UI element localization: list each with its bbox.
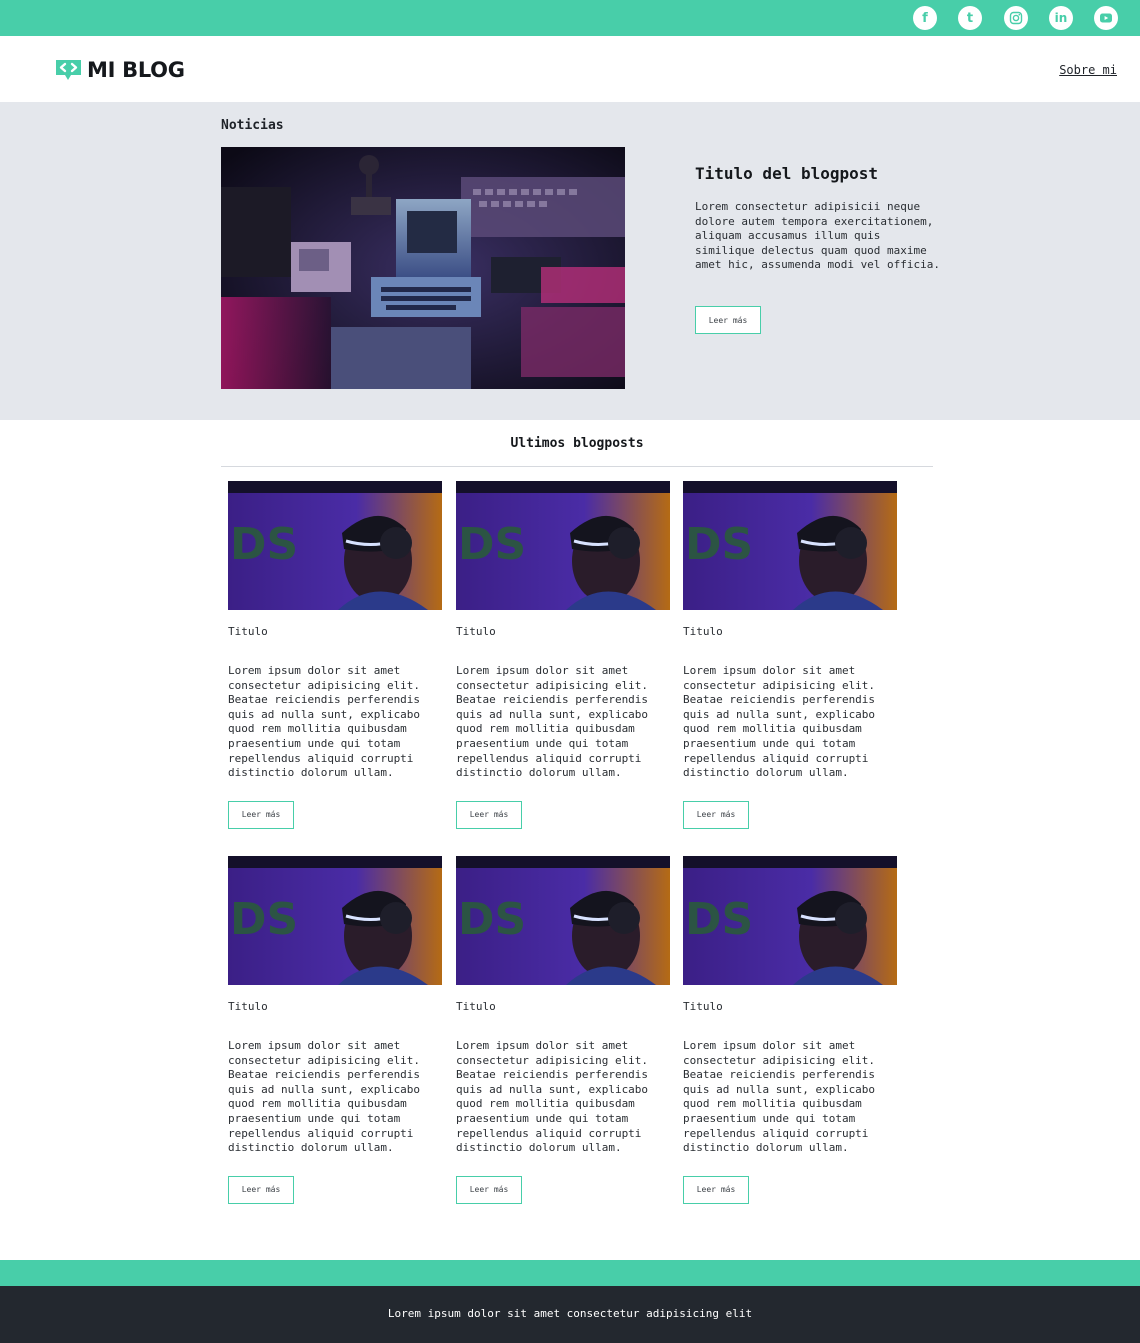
tumblr-glyph: t [966, 10, 974, 26]
blog-card: DS Titulo Lorem ipsum dolor sit amet con… [228, 856, 442, 1204]
footer-text: Lorem ipsum dolor sit amet consectetur a… [387, 1307, 753, 1320]
blog-card: DS Titulo Lorem ipsum dolor sit amet con… [456, 856, 670, 1204]
svg-text:DS: DS [230, 519, 298, 570]
card-title: Titulo [228, 1000, 268, 1013]
card-title: Titulo [456, 1000, 496, 1013]
card-title: Titulo [683, 625, 723, 638]
nav-link-about[interactable]: Sobre mi [1059, 63, 1117, 77]
section-divider [221, 466, 933, 467]
featured-read-more-button[interactable]: Leer más [695, 306, 761, 334]
featured-news-section: Noticias Titulo del blogpost Lorem conse… [0, 102, 1140, 420]
youtube-glyph [1100, 13, 1112, 23]
card-excerpt: Lorem ipsum dolor sit amet consectetur a… [456, 1039, 649, 1155]
svg-text:DS: DS [230, 894, 298, 945]
svg-text:DS: DS [685, 519, 753, 570]
site-header: MI BLOG Sobre mi [0, 36, 1140, 102]
blog-card: DS Titulo Lorem ipsum dolor sit amet con… [456, 481, 670, 829]
card-read-more-button[interactable]: Leer más [683, 1175, 749, 1204]
featured-post-excerpt: Lorem consectetur adipisicii neque dolor… [695, 200, 941, 271]
card-read-more-button[interactable]: Leer más [456, 1175, 522, 1204]
latest-posts-heading: Ultimos blogposts [510, 436, 644, 451]
featured-post-title: Titulo del blogpost [695, 164, 879, 183]
card-excerpt: Lorem ipsum dolor sit amet consectetur a… [228, 1039, 421, 1155]
card-title: Titulo [228, 625, 268, 638]
svg-text:DS: DS [458, 894, 526, 945]
blog-card: DS Titulo Lorem ipsum dolor sit amet con… [683, 481, 897, 829]
site-logo[interactable]: MI BLOG [54, 57, 185, 83]
svg-text:DS: DS [685, 894, 753, 945]
linkedin-glyph: in [1054, 11, 1068, 25]
vr-headset-photo: DS [228, 856, 442, 985]
card-excerpt: Lorem ipsum dolor sit amet consectetur a… [683, 1039, 876, 1155]
site-footer: Lorem ipsum dolor sit amet consectetur a… [0, 1286, 1140, 1343]
card-read-more-button[interactable]: Leer más [683, 800, 749, 829]
blog-card: DS Titulo Lorem ipsum dolor sit amet con… [228, 481, 442, 829]
instagram-icon[interactable] [1004, 6, 1028, 30]
card-excerpt: Lorem ipsum dolor sit amet consectetur a… [228, 664, 421, 780]
vr-headset-photo: DS [683, 481, 897, 610]
linkedin-icon[interactable]: in [1049, 6, 1073, 30]
footer-accent-stripe [0, 1260, 1140, 1286]
facebook-glyph: f [922, 10, 928, 26]
vr-headset-photo: DS [456, 856, 670, 985]
chat-bubble-logo-icon [56, 60, 81, 80]
social-bar: f t in [0, 0, 1140, 36]
retro-computers-photo [221, 147, 625, 389]
youtube-icon[interactable] [1094, 6, 1118, 30]
section-label: Noticias [221, 118, 284, 133]
vr-headset-photo: DS [228, 481, 442, 610]
card-read-more-button[interactable]: Leer más [456, 800, 522, 829]
card-read-more-button[interactable]: Leer más [228, 800, 294, 829]
card-excerpt: Lorem ipsum dolor sit amet consectetur a… [456, 664, 649, 780]
vr-headset-photo: DS [456, 481, 670, 610]
svg-text:DS: DS [458, 519, 526, 570]
card-title: Titulo [683, 1000, 723, 1013]
card-excerpt: Lorem ipsum dolor sit amet consectetur a… [683, 664, 876, 780]
blog-card: DS Titulo Lorem ipsum dolor sit amet con… [683, 856, 897, 1204]
facebook-icon[interactable]: f [913, 6, 937, 30]
vr-headset-photo: DS [683, 856, 897, 985]
tumblr-icon[interactable]: t [958, 6, 982, 30]
instagram-glyph [1009, 11, 1023, 25]
card-read-more-button[interactable]: Leer más [228, 1175, 294, 1204]
card-title: Titulo [456, 625, 496, 638]
logo-text: MI BLOG [87, 58, 185, 82]
